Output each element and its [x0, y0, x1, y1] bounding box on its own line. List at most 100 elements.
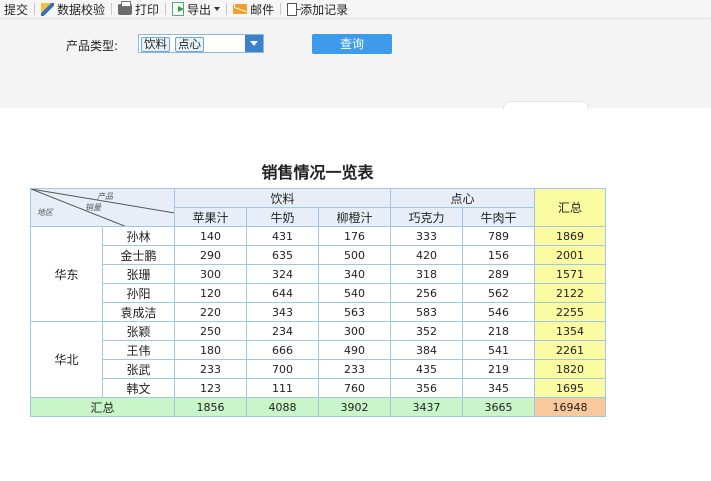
table-row: 张武 233 700 233 435 219 1820 — [31, 359, 606, 379]
value-cell: 123 — [174, 378, 247, 398]
print-button[interactable]: 打印 — [114, 0, 163, 18]
export-label: 导出 — [187, 2, 212, 17]
sales-report-table: 产品 销量 地区 饮料 点心 汇总 苹果汁 牛奶 柳橙汁 巧克力 牛肉干 华东孙… — [30, 188, 606, 417]
value-cell: 120 — [174, 283, 247, 303]
dropdown-arrow-icon[interactable] — [245, 35, 263, 52]
value-cell: 420 — [390, 245, 463, 265]
value-cell: 563 — [318, 302, 391, 322]
value-cell: 256 — [390, 283, 463, 303]
value-cell: 300 — [318, 321, 391, 341]
add-record-button[interactable]: 添加记录 — [283, 0, 352, 18]
value-cell: 300 — [174, 264, 247, 284]
value-cell: 233 — [174, 359, 247, 379]
value-cell: 333 — [390, 226, 463, 246]
value-cell: 180 — [174, 340, 247, 360]
value-cell: 352 — [390, 321, 463, 341]
grand-total-value: 16948 — [534, 397, 606, 417]
value-cell: 290 — [174, 245, 247, 265]
print-icon — [118, 0, 133, 15]
grand-total-cell: 4088 — [246, 397, 319, 417]
chevron-down-icon — [214, 7, 221, 11]
row-total-cell: 2001 — [534, 245, 606, 265]
selected-tag-snacks[interactable]: 点心 — [175, 37, 204, 52]
value-cell: 540 — [318, 283, 391, 303]
value-cell: 666 — [246, 340, 319, 360]
value-cell: 289 — [462, 264, 535, 284]
group-header-snacks: 点心 — [390, 188, 535, 208]
region-cell: 华东 — [30, 226, 103, 322]
table-row: 袁成洁 220 343 563 583 546 2255 — [31, 302, 606, 322]
row-total-cell: 2261 — [534, 340, 606, 360]
panel-collapse-tab[interactable] — [503, 101, 589, 110]
add-record-label: 添加记录 — [300, 2, 349, 17]
row-total-cell: 2122 — [534, 283, 606, 303]
value-cell: 220 — [174, 302, 247, 322]
grand-total-label: 汇总 — [30, 397, 175, 417]
corner-region-label: 地区 — [37, 208, 53, 217]
row-total-cell: 2255 — [534, 302, 606, 322]
toolbar-divider — [111, 3, 113, 15]
row-total-cell: 1695 — [534, 378, 606, 398]
product-type-select[interactable]: 饮料 点心 — [138, 34, 264, 53]
value-cell: 111 — [246, 378, 319, 398]
value-cell: 233 — [318, 359, 391, 379]
toolbar-divider — [34, 3, 36, 15]
value-cell: 218 — [462, 321, 535, 341]
group-header-drinks: 饮料 — [174, 188, 391, 208]
value-cell: 789 — [462, 226, 535, 246]
region-cell: 华北 — [30, 321, 103, 398]
toolbar-divider — [280, 3, 282, 15]
table-row: 华北 张颖 250 234 300 352 218 1354 — [30, 321, 606, 398]
value-cell: 431 — [246, 226, 319, 246]
pen-icon — [41, 2, 55, 16]
selected-tag-drinks[interactable]: 饮料 — [141, 37, 170, 52]
product-type-label: 产品类型: — [66, 39, 119, 53]
value-cell: 176 — [318, 226, 391, 246]
query-button[interactable]: 查询 — [312, 34, 392, 54]
submit-label: 提交 — [4, 2, 29, 17]
table-row: 孙阳 120 644 540 256 562 2122 — [31, 283, 606, 303]
toolbar-divider — [226, 3, 228, 15]
value-cell: 490 — [318, 340, 391, 360]
product-header: 牛肉干 — [462, 207, 535, 227]
value-cell: 562 — [462, 283, 535, 303]
value-cell: 324 — [246, 264, 319, 284]
value-cell: 356 — [390, 378, 463, 398]
salesperson-cell: 孙阳 — [102, 283, 175, 303]
export-button[interactable]: 导出 — [168, 0, 224, 18]
print-label: 打印 — [135, 2, 160, 17]
product-header: 牛奶 — [246, 207, 319, 227]
data-validate-button[interactable]: 数据校验 — [37, 0, 109, 18]
salesperson-cell: 张颖 — [102, 321, 175, 341]
product-header: 巧克力 — [390, 207, 463, 227]
table-row: 王伟 180 666 490 384 541 2261 — [31, 340, 606, 360]
value-cell: 343 — [246, 302, 319, 322]
mail-button[interactable]: 邮件 — [229, 0, 278, 18]
grand-total-cell: 3902 — [318, 397, 391, 417]
report-title: 销售情况一览表 — [261, 163, 374, 182]
total-header: 汇总 — [534, 188, 606, 227]
value-cell: 156 — [462, 245, 535, 265]
value-cell: 345 — [462, 378, 535, 398]
value-cell: 234 — [246, 321, 319, 341]
salesperson-cell: 韩文 — [102, 378, 175, 398]
value-cell: 140 — [174, 226, 247, 246]
row-total-cell: 1354 — [534, 321, 606, 341]
export-icon — [172, 2, 185, 16]
submit-button[interactable]: 提交 — [0, 0, 32, 18]
corner-product-label: 产品 — [97, 192, 113, 201]
mail-label: 邮件 — [250, 2, 275, 17]
toolbar-divider — [165, 3, 167, 15]
salesperson-cell: 袁成洁 — [102, 302, 175, 322]
row-total-cell: 1820 — [534, 359, 606, 379]
corner-sales-label: 销量 — [85, 203, 101, 212]
filter-panel: 产品类型: 饮料 点心 查询 — [0, 19, 711, 108]
value-cell: 541 — [462, 340, 535, 360]
product-header: 苹果汁 — [174, 207, 247, 227]
value-cell: 318 — [390, 264, 463, 284]
table-row: 金士鹏 290 635 500 420 156 2001 — [31, 245, 606, 265]
value-cell: 635 — [246, 245, 319, 265]
table-corner-header: 产品 销量 地区 — [30, 188, 175, 227]
salesperson-cell: 孙林 — [102, 226, 175, 246]
salesperson-cell: 王伟 — [102, 340, 175, 360]
